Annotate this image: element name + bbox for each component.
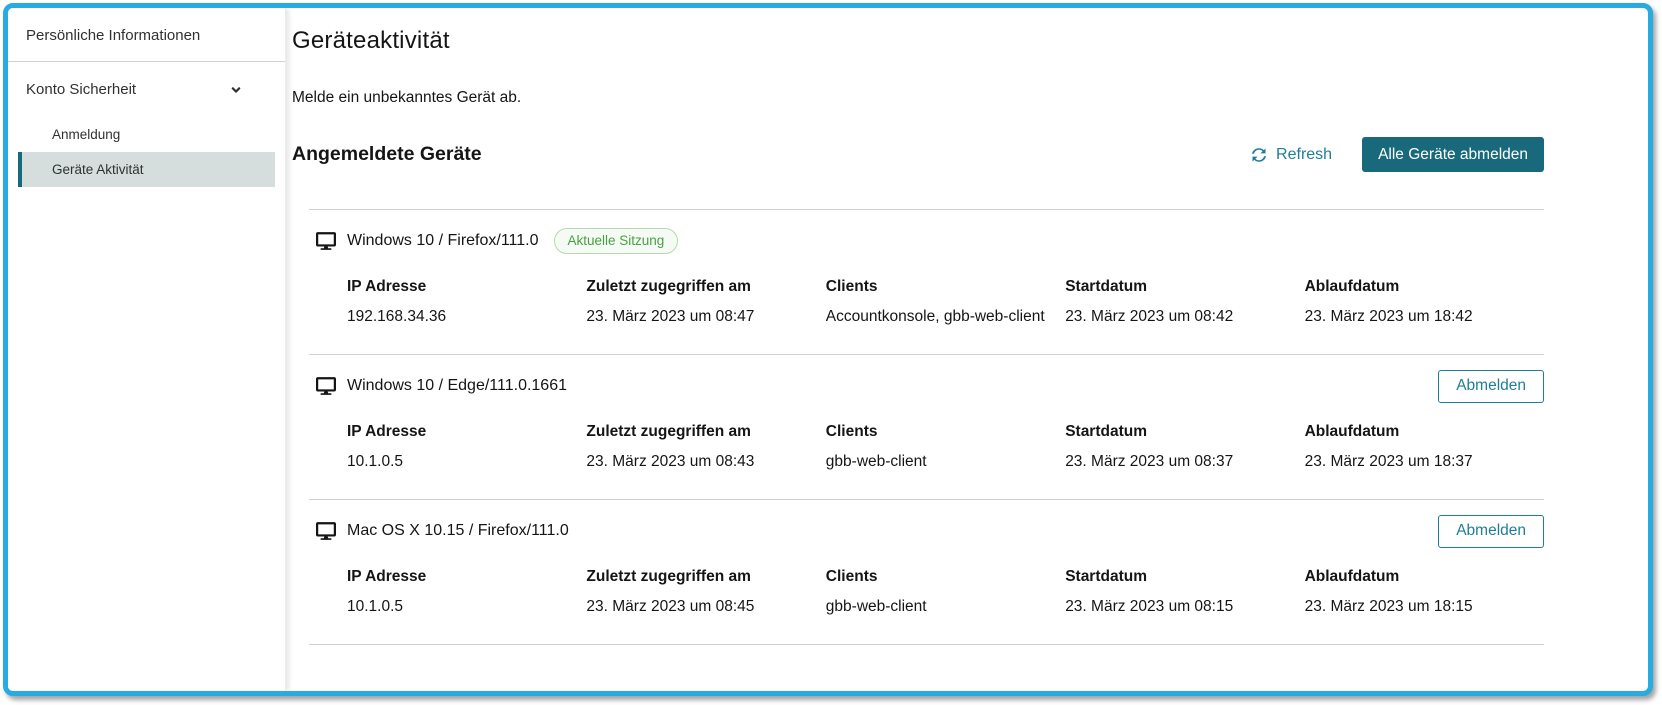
device-clients-cell: Clients Accountkonsole, gbb-web-client (826, 277, 1065, 326)
current-session-badge: Aktuelle Sitzung (554, 228, 679, 254)
sign-out-all-devices-button[interactable]: Alle Geräte abmelden (1362, 137, 1544, 172)
device-header: Windows 10 / Edge/111.0.1661 Abmelden (309, 369, 1544, 403)
device-header: Mac OS X 10.15 / Firefox/111.0 Abmelden (309, 514, 1544, 548)
section-title: Angemeldete Geräte (292, 143, 1251, 166)
column-label-last-access: Zuletzt zugegriffen am (586, 277, 825, 296)
chevron-down-icon (229, 83, 243, 97)
device-start-cell: Startdatum 23. März 2023 um 08:37 (1065, 422, 1304, 471)
sidebar-item-personal-info[interactable]: Persönliche Informationen (18, 10, 275, 61)
device-ip-cell: IP Adresse 10.1.0.5 (347, 422, 586, 471)
device-start-cell: Startdatum 23. März 2023 um 08:15 (1065, 567, 1304, 616)
device-ip-value: 192.168.34.36 (347, 307, 586, 326)
device-start-value: 23. März 2023 um 08:37 (1065, 452, 1304, 471)
section-header: Angemeldete Geräte Refresh Alle Geräte a… (292, 137, 1544, 172)
device-details: IP Adresse 10.1.0.5 Zuletzt zugegriffen … (347, 422, 1544, 471)
device-expires-cell: Ablaufdatum 23. März 2023 um 18:42 (1305, 277, 1544, 326)
device-details: IP Adresse 192.168.34.36 Zuletzt zugegri… (347, 277, 1544, 326)
sidebar-group-label: Konto Sicherheit (26, 81, 136, 98)
column-label-ip: IP Adresse (347, 422, 586, 441)
column-label-expires: Ablaufdatum (1305, 422, 1544, 441)
device-start-cell: Startdatum 23. März 2023 um 08:42 (1065, 277, 1304, 326)
desktop-monitor-icon (316, 232, 336, 250)
device-ip-cell: IP Adresse 192.168.34.36 (347, 277, 586, 326)
device-header: Windows 10 / Firefox/111.0 Aktuelle Sitz… (309, 224, 1544, 258)
device-row: Windows 10 / Firefox/111.0 Aktuelle Sitz… (309, 210, 1544, 355)
device-last-access-value: 23. März 2023 um 08:45 (586, 597, 825, 616)
device-last-access-cell: Zuletzt zugegriffen am 23. März 2023 um … (586, 277, 825, 326)
sidebar-item-geraete-aktivitaet[interactable]: Geräte Aktivität (18, 152, 275, 187)
column-label-ip: IP Adresse (347, 277, 586, 296)
sidebar-item-anmeldung[interactable]: Anmeldung (18, 117, 275, 152)
device-ip-value: 10.1.0.5 (347, 597, 586, 616)
sidebar-subnav: Anmeldung Geräte Aktivität (8, 117, 285, 187)
device-expires-value: 23. März 2023 um 18:42 (1305, 307, 1544, 326)
device-ip-cell: IP Adresse 10.1.0.5 (347, 567, 586, 616)
device-last-access-value: 23. März 2023 um 08:43 (586, 452, 825, 471)
device-clients-cell: Clients gbb-web-client (826, 422, 1065, 471)
page-title: Geräteaktivität (292, 27, 1544, 55)
column-label-last-access: Zuletzt zugegriffen am (586, 567, 825, 586)
device-start-value: 23. März 2023 um 08:15 (1065, 597, 1304, 616)
refresh-link[interactable]: Refresh (1251, 146, 1332, 164)
column-label-start: Startdatum (1065, 567, 1304, 586)
device-expires-cell: Ablaufdatum 23. März 2023 um 18:37 (1305, 422, 1544, 471)
column-label-clients: Clients (826, 277, 1065, 296)
device-clients-value: gbb-web-client (826, 452, 1065, 471)
device-name: Mac OS X 10.15 / Firefox/111.0 (347, 522, 569, 540)
column-label-clients: Clients (826, 422, 1065, 441)
sign-out-device-button[interactable]: Abmelden (1438, 515, 1544, 548)
device-name: Windows 10 / Firefox/111.0 (347, 232, 539, 250)
device-last-access-cell: Zuletzt zugegriffen am 23. März 2023 um … (586, 567, 825, 616)
sidebar-group-account-security[interactable]: Konto Sicherheit (18, 62, 275, 117)
device-ip-value: 10.1.0.5 (347, 452, 586, 471)
device-start-value: 23. März 2023 um 08:42 (1065, 307, 1304, 326)
refresh-label: Refresh (1276, 146, 1332, 164)
device-last-access-cell: Zuletzt zugegriffen am 23. März 2023 um … (586, 422, 825, 471)
column-label-last-access: Zuletzt zugegriffen am (586, 422, 825, 441)
device-last-access-value: 23. März 2023 um 08:47 (586, 307, 825, 326)
sync-icon (1251, 147, 1267, 163)
device-expires-value: 23. März 2023 um 18:15 (1305, 597, 1544, 616)
device-details: IP Adresse 10.1.0.5 Zuletzt zugegriffen … (347, 567, 1544, 616)
page-description: Melde ein unbekanntes Gerät ab. (292, 89, 1544, 107)
device-row: Mac OS X 10.15 / Firefox/111.0 Abmelden … (309, 500, 1544, 645)
desktop-monitor-icon (316, 522, 336, 540)
main-content: Geräteaktivität Melde ein unbekanntes Ge… (286, 8, 1648, 691)
column-label-expires: Ablaufdatum (1305, 277, 1544, 296)
app-window: Persönliche Informationen Konto Sicherhe… (3, 3, 1653, 696)
device-clients-value: Accountkonsole, gbb-web-client (826, 307, 1065, 326)
device-list: Windows 10 / Firefox/111.0 Aktuelle Sitz… (309, 209, 1544, 645)
device-expires-cell: Ablaufdatum 23. März 2023 um 18:15 (1305, 567, 1544, 616)
column-label-start: Startdatum (1065, 277, 1304, 296)
device-expires-value: 23. März 2023 um 18:37 (1305, 452, 1544, 471)
sidebar: Persönliche Informationen Konto Sicherhe… (8, 8, 286, 691)
device-row: Windows 10 / Edge/111.0.1661 Abmelden IP… (309, 355, 1544, 500)
device-name: Windows 10 / Edge/111.0.1661 (347, 377, 567, 395)
column-label-start: Startdatum (1065, 422, 1304, 441)
desktop-monitor-icon (316, 377, 336, 395)
device-clients-value: gbb-web-client (826, 597, 1065, 616)
column-label-clients: Clients (826, 567, 1065, 586)
device-clients-cell: Clients gbb-web-client (826, 567, 1065, 616)
column-label-expires: Ablaufdatum (1305, 567, 1544, 586)
sign-out-device-button[interactable]: Abmelden (1438, 370, 1544, 403)
column-label-ip: IP Adresse (347, 567, 586, 586)
